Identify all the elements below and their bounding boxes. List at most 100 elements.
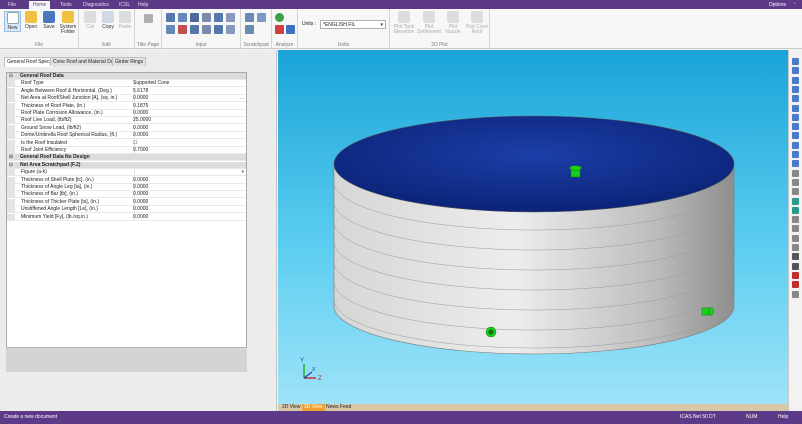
- view-tool-icon[interactable]: [792, 113, 799, 121]
- analyze-run-icon[interactable]: [275, 13, 284, 22]
- menu-tab-diagnostics[interactable]: Diagnostics: [83, 1, 109, 9]
- view-tool-icon[interactable]: [792, 141, 799, 149]
- tab-2d-view[interactable]: 2D View: [280, 404, 303, 411]
- grid-row-value[interactable]: ☐: [133, 140, 137, 147]
- view-tool-icon[interactable]: [792, 281, 799, 289]
- tab-general-roof-specs[interactable]: General Roof Specs: [4, 57, 56, 67]
- view-tool-icon[interactable]: [792, 206, 799, 214]
- grid-section-header[interactable]: ⊞ General Roof Data No Design: [7, 154, 246, 162]
- title-page-icon[interactable]: [144, 14, 153, 23]
- view-tool-icon[interactable]: [792, 169, 799, 177]
- units-select[interactable]: *ENGLISH.FIL ▾: [320, 20, 386, 29]
- view-tool-icon[interactable]: [792, 67, 799, 75]
- tab-girder-rings[interactable]: Girder Rings: [112, 57, 147, 66]
- status-help[interactable]: Help: [778, 411, 788, 424]
- view-tool-icon[interactable]: [792, 225, 799, 233]
- input-misc-icon[interactable]: [226, 25, 235, 34]
- input-anchor-icon[interactable]: [226, 13, 235, 22]
- input-floating-icon[interactable]: [214, 25, 223, 34]
- view-tool-icon[interactable]: [792, 253, 799, 261]
- plot-tank-elevation-button[interactable]: Plot Tank Elevation: [392, 11, 416, 35]
- grid-section-header[interactable]: ⊟ General Roof Data: [7, 73, 246, 80]
- grid-row[interactable]: Roof Plate Corrosion Allowance, (in.) 0.0…: [7, 110, 246, 117]
- view-tool-icon[interactable]: [792, 58, 799, 65]
- grid-row-value[interactable]: Supported Cone: [133, 80, 169, 87]
- menu-tab-icsl[interactable]: ICSL: [119, 1, 130, 9]
- tab-cone-roof-material[interactable]: Cone Roof and Material Data: [50, 57, 121, 66]
- grid-row[interactable]: Ground Snow Load, (lb/ft2) 0.0000: [7, 124, 246, 132]
- grid-row-value[interactable]: 0.0000: [133, 177, 148, 184]
- copy-button[interactable]: Copy: [99, 11, 117, 30]
- view-tool-icon[interactable]: [792, 151, 799, 158]
- grid-row-value[interactable]: 0.0000: [133, 184, 148, 191]
- input-shell-icon[interactable]: [166, 13, 175, 22]
- scratchpad-sheet-icon[interactable]: [245, 25, 254, 34]
- grid-row-value[interactable]: 0.0000: [133, 199, 148, 206]
- 3d-viewport[interactable]: Y Z X: [278, 50, 788, 404]
- grid-row-value[interactable]: 5.6178: [133, 88, 148, 95]
- grid-row[interactable]: Thickness of Angle Leg [ta], (in.) 0.0000: [7, 184, 246, 191]
- grid-row-value[interactable]: 25.0000: [133, 117, 151, 124]
- input-roof-icon[interactable]: [178, 13, 187, 22]
- input-nozzle-icon[interactable]: [166, 25, 175, 34]
- grid-row-value[interactable]: 0.7000: [133, 147, 148, 154]
- save-button[interactable]: Save: [40, 11, 58, 30]
- ellipsis-button[interactable]: ...: [240, 95, 244, 102]
- view-tool-icon[interactable]: [792, 271, 799, 279]
- options-menu[interactable]: Options: [769, 1, 786, 9]
- input-bottom-icon[interactable]: [190, 13, 199, 22]
- grid-row[interactable]: Unstiffened Angle Length [Le], (in.) 0.00…: [7, 206, 246, 214]
- expand-toggle-icon[interactable]: ⊟: [7, 73, 15, 80]
- plot-settlement-button[interactable]: Plot Settlement: [417, 11, 441, 35]
- grid-row[interactable]: Net Area at Roof/Shell Junction [A], (sq…: [7, 95, 246, 103]
- view-tool-icon[interactable]: [792, 244, 799, 251]
- view-tool-icon[interactable]: [792, 104, 799, 112]
- grid-row[interactable]: Thickness of Shell Plate [tc], (in.) 0.00…: [7, 176, 246, 184]
- grid-row-value[interactable]: 0.0000: [133, 206, 148, 213]
- input-settlement-icon[interactable]: [178, 25, 187, 34]
- grid-row[interactable]: Thickness of Thicker Plate [ts], (in.) 0.…: [7, 198, 246, 206]
- grid-row[interactable]: Roof Live Load, (lb/ft2) 25.0000: [7, 117, 246, 125]
- input-material-icon[interactable]: [202, 25, 211, 34]
- grid-row[interactable]: Roof Joint Efficiency 0.7000: [7, 147, 246, 154]
- grid-row-value[interactable]: 0.0000: [133, 95, 148, 102]
- grid-row-value[interactable]: 0.1875: [133, 103, 148, 110]
- expand-toggle-icon[interactable]: ⊞: [7, 154, 15, 162]
- view-tool-icon[interactable]: [792, 262, 799, 270]
- grid-row-value[interactable]: 0.0000: [133, 132, 148, 139]
- dropdown-arrow-icon[interactable]: ▾: [241, 169, 244, 176]
- view-tool-icon[interactable]: [792, 132, 799, 140]
- input-seismic-icon[interactable]: [214, 13, 223, 22]
- grid-row[interactable]: Angle Between Roof & Horizontal, (Deg.) 5…: [7, 87, 246, 95]
- grid-row[interactable]: Thickness of Roof Plate, (in.) 0.1875: [7, 102, 246, 110]
- scratchpad-calc-icon[interactable]: [245, 13, 254, 22]
- paste-button[interactable]: Paste: [116, 11, 134, 30]
- view-tool-icon[interactable]: [792, 76, 799, 84]
- tab-3d-view[interactable]: 3D View: [302, 404, 325, 411]
- view-tool-icon[interactable]: [792, 123, 799, 131]
- input-wind-icon[interactable]: [202, 13, 211, 22]
- grid-section-header[interactable]: ⊟ Net Area Scratchpad (F.2): [7, 161, 246, 169]
- system-folder-button[interactable]: System Folder: [58, 11, 78, 35]
- grid-row-value[interactable]: 0.0000: [133, 191, 148, 198]
- analyze-pdf-icon[interactable]: [275, 25, 284, 34]
- grid-row[interactable]: Minimum Yield [Fy], (lb./sq.in.) 0.0000: [7, 213, 246, 221]
- tab-news-feed[interactable]: News Feed: [324, 404, 353, 411]
- grid-row[interactable]: Figure (a-k) ▾: [7, 169, 246, 177]
- grid-row[interactable]: Dome/Umbrella Roof Spherical Radius, (ft…: [7, 132, 246, 140]
- menu-tab-home[interactable]: Home: [29, 1, 51, 9]
- new-button[interactable]: New: [4, 11, 21, 32]
- view-tool-icon[interactable]: [792, 160, 799, 168]
- view-tool-icon[interactable]: [792, 216, 799, 224]
- expand-toggle-icon[interactable]: ⊟: [7, 161, 15, 169]
- view-tool-icon[interactable]: [792, 188, 799, 196]
- window-restore-icon[interactable]: ▫: [790, 1, 799, 8]
- grid-row-value[interactable]: 0.0000: [133, 125, 148, 132]
- grid-row[interactable]: Roof Type Supported Cone: [7, 80, 246, 88]
- view-tool-icon[interactable]: [792, 178, 799, 186]
- grid-row[interactable]: Is the Roof Insulated ☐: [7, 139, 246, 147]
- menu-tab-help[interactable]: Help: [138, 1, 148, 9]
- menu-tab-file[interactable]: File: [8, 1, 16, 9]
- grid-row[interactable]: Thickness of Bar [tb], (in.) 0.0000: [7, 191, 246, 199]
- view-tool-icon[interactable]: [792, 95, 799, 103]
